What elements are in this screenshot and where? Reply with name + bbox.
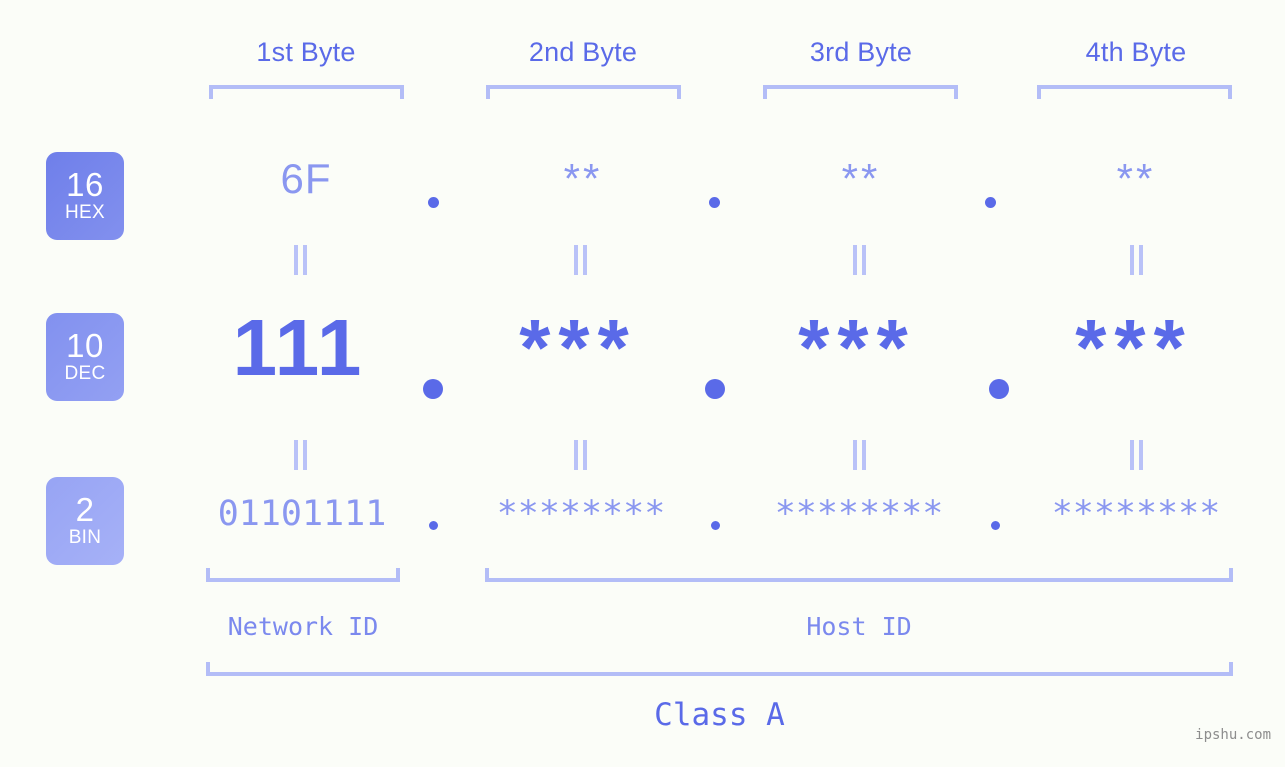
dec-separator-dot-1 <box>423 379 443 399</box>
byte-bracket-top-2 <box>486 85 681 99</box>
equals-mark-hex-dec-4 <box>1127 245 1145 275</box>
bin-byte-3: ******** <box>774 494 944 534</box>
bin-separator-dot-1 <box>429 521 438 530</box>
byte-bracket-top-4 <box>1037 85 1232 99</box>
hex-byte-3: ** <box>841 155 881 202</box>
hex-byte-4: ** <box>1116 155 1156 202</box>
equals-mark-dec-bin-3 <box>850 440 868 470</box>
byte-header-label-2: 2nd Byte <box>528 37 638 67</box>
base-badge-bin: 2 BIN <box>46 477 124 565</box>
base-badge-hex-number: 16 <box>66 166 104 203</box>
bin-byte-1: 01101111 <box>217 494 387 534</box>
site-watermark: ipshu.com <box>1195 727 1271 743</box>
equals-mark-dec-bin-1 <box>291 440 309 470</box>
byte-header-label-3: 3rd Byte <box>809 37 913 67</box>
base-badge-dec: 10 DEC <box>46 313 124 401</box>
bin-separator-dot-3 <box>991 521 1000 530</box>
hex-separator-dot-2 <box>709 197 720 208</box>
ip-address-diagram: 1st Byte 2nd Byte 3rd Byte 4th Byte 16 H… <box>0 0 1285 767</box>
base-badge-hex-abbr: HEX <box>65 202 105 223</box>
dec-byte-4: *** <box>1075 303 1193 392</box>
host-id-bracket <box>485 568 1233 582</box>
network-id-bracket <box>206 568 400 582</box>
hex-byte-2: ** <box>563 155 603 202</box>
host-id-label: Host ID <box>806 612 912 641</box>
base-badge-dec-abbr: DEC <box>64 363 106 384</box>
dec-byte-3: *** <box>798 303 916 392</box>
network-id-label: Network ID <box>227 612 379 641</box>
base-badge-hex: 16 HEX <box>46 152 124 240</box>
base-badge-bin-number: 2 <box>75 491 95 528</box>
byte-bracket-top-3 <box>763 85 958 99</box>
base-badge-dec-number: 10 <box>66 327 104 364</box>
bin-byte-4: ******** <box>1051 494 1221 534</box>
equals-mark-hex-dec-2 <box>571 245 589 275</box>
class-bracket <box>206 662 1233 676</box>
hex-separator-dot-1 <box>428 197 439 208</box>
equals-mark-dec-bin-2 <box>571 440 589 470</box>
byte-header-label-4: 4th Byte <box>1085 37 1187 67</box>
byte-header-label-1: 1st Byte <box>256 37 356 67</box>
dec-separator-dot-2 <box>705 379 725 399</box>
class-label: Class A <box>654 697 785 733</box>
dec-byte-1: 111 <box>232 303 364 392</box>
equals-mark-hex-dec-1 <box>291 245 309 275</box>
equals-mark-hex-dec-3 <box>850 245 868 275</box>
dec-separator-dot-3 <box>989 379 1009 399</box>
bin-byte-2: ******** <box>496 494 666 534</box>
bin-separator-dot-2 <box>711 521 720 530</box>
dec-byte-2: *** <box>519 303 637 392</box>
hex-byte-1: 6F <box>280 155 332 202</box>
byte-bracket-top-1 <box>209 85 404 99</box>
base-badge-bin-abbr: BIN <box>68 527 102 548</box>
equals-mark-dec-bin-4 <box>1127 440 1145 470</box>
hex-separator-dot-3 <box>985 197 996 208</box>
